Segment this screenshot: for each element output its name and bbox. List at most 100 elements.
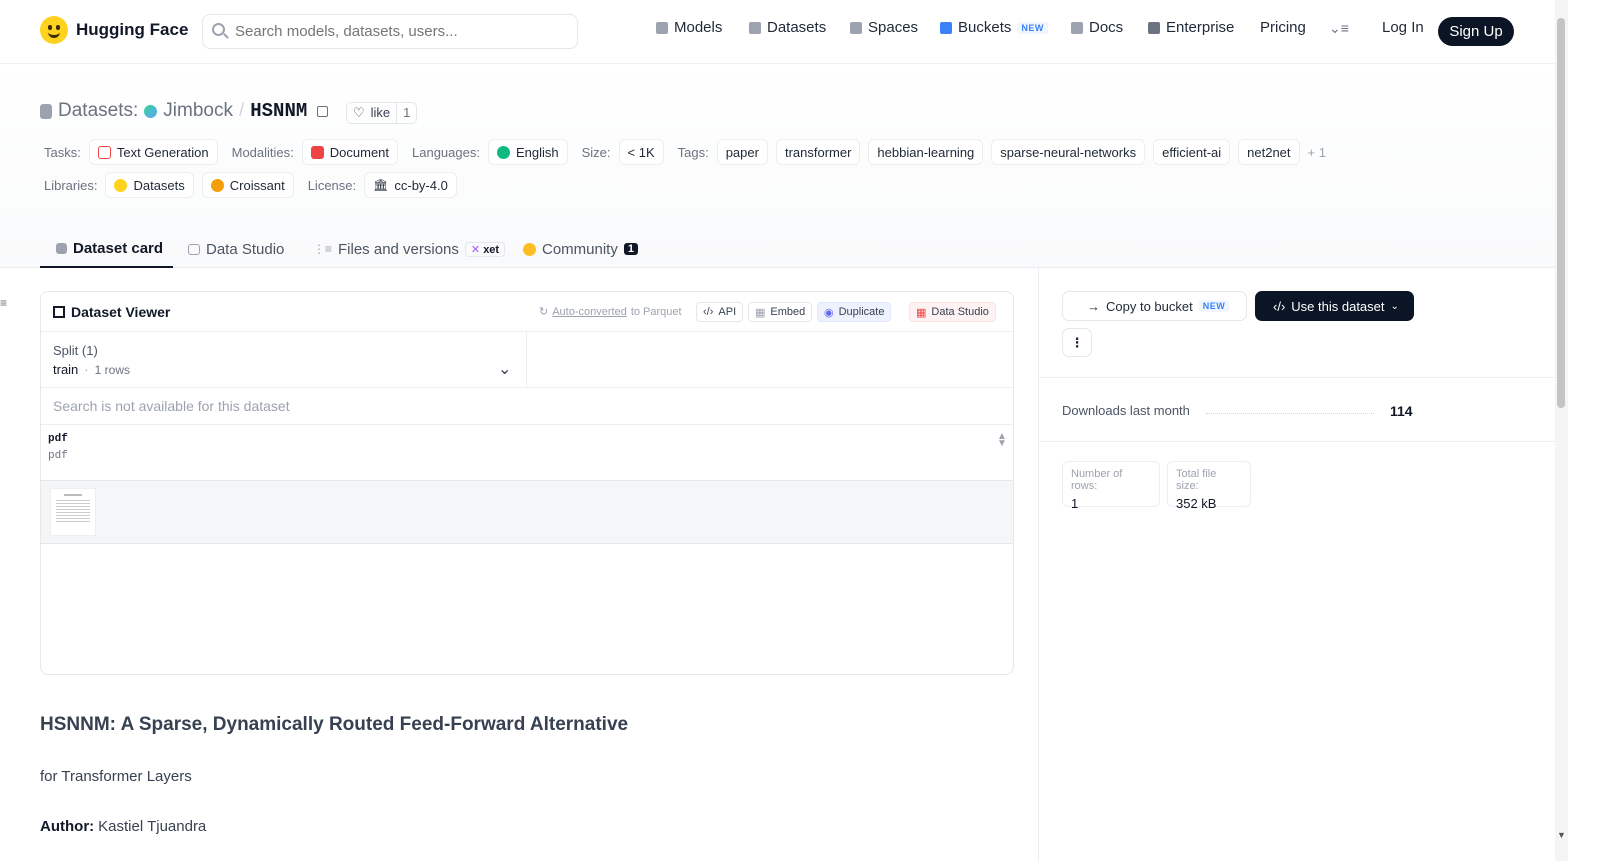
- arrow-right-icon: →: [1087, 298, 1100, 314]
- hugging-face-icon: [114, 178, 128, 192]
- viewer-title: Dataset Viewer: [53, 304, 170, 320]
- heart-icon: ♡: [353, 105, 365, 120]
- search-disabled-note: Search is not available for this dataset: [53, 398, 290, 414]
- repo-owner[interactable]: Jimbock: [163, 100, 233, 122]
- meta-row-1: Tasks: Text Generation Modalities: Docum…: [44, 139, 1326, 165]
- nav-datasets[interactable]: Datasets: [749, 19, 826, 36]
- nav-buckets[interactable]: Buckets NEW: [940, 19, 1048, 36]
- enterprise-icon: [1148, 21, 1160, 34]
- library-chip[interactable]: Datasets: [105, 172, 194, 198]
- croissant-icon: [210, 178, 224, 192]
- scroll-down-icon[interactable]: ▼: [1557, 830, 1566, 840]
- modality-chip[interactable]: Document: [301, 139, 399, 165]
- card-subheading: for Transformer Layers: [40, 768, 192, 785]
- signup-button[interactable]: Sign Up: [1438, 17, 1514, 46]
- repo-separator: /: [238, 100, 245, 121]
- chevron-down-icon: ⌄: [1390, 300, 1399, 312]
- language-chip[interactable]: English: [487, 139, 568, 165]
- tag-chip[interactable]: sparse-neural-networks: [991, 139, 1146, 165]
- book-icon: [1071, 21, 1083, 34]
- split-label: Split (1): [53, 343, 98, 358]
- sort-icon[interactable]: ▲ ▼: [997, 432, 1007, 449]
- scrollbar-thumb[interactable]: [1557, 18, 1565, 408]
- pdf-thumbnail[interactable]: [50, 488, 96, 536]
- tag-chip[interactable]: paper: [716, 139, 768, 165]
- brand-logo[interactable]: Hugging Face: [40, 16, 188, 44]
- nav-enterprise[interactable]: Enterprise: [1148, 19, 1234, 36]
- tab-files[interactable]: ⋮≡ Files and versions ✕ xet: [313, 230, 506, 268]
- refresh-icon: ↻: [539, 306, 549, 318]
- xet-icon: ✕: [470, 243, 481, 256]
- nav-docs[interactable]: Docs: [1071, 19, 1123, 36]
- rows-stat: Number of rows: 1: [1062, 461, 1160, 511]
- split-value: train: [53, 362, 79, 377]
- api-button[interactable]: ‹/› API: [696, 302, 744, 322]
- data-studio-button[interactable]: ▦ Data Studio: [909, 302, 996, 322]
- more-menu-icon[interactable]: ⌄≡: [1329, 20, 1349, 37]
- downloads-label: Downloads last month: [1062, 403, 1190, 418]
- tab-label: Files and versions: [338, 240, 459, 258]
- license-chip[interactable]: 🏛 cc-by-4.0: [364, 172, 457, 198]
- studio-icon: ▦: [916, 306, 927, 319]
- tab-label: Community: [542, 240, 618, 258]
- tags-more[interactable]: + 1: [1308, 145, 1326, 160]
- bank-icon: 🏛: [373, 178, 389, 192]
- nav-models-label: Models: [674, 19, 723, 36]
- duplicate-button[interactable]: ◉ Duplicate: [817, 302, 892, 322]
- grid-icon: [850, 21, 862, 34]
- repo-section[interactable]: Datasets:: [58, 100, 138, 122]
- split-select[interactable]: train · 1 rows: [53, 362, 130, 377]
- tag-chip[interactable]: net2net: [1238, 139, 1300, 165]
- embed-button[interactable]: ▦ Embed: [748, 302, 813, 322]
- like-count: 1: [396, 103, 416, 123]
- task-label: Text Generation: [116, 144, 209, 160]
- license-value: cc-by-4.0: [394, 177, 448, 193]
- more-options-button[interactable]: ⋮: [1062, 328, 1092, 357]
- search-input[interactable]: [202, 14, 578, 49]
- files-icon: ⋮≡: [313, 242, 333, 256]
- tab-dataset-card[interactable]: Dataset card: [40, 230, 173, 268]
- login-link[interactable]: Log In: [1382, 19, 1424, 36]
- like-button[interactable]: ♡ like 1: [346, 102, 418, 124]
- tag-chip[interactable]: transformer: [775, 139, 861, 165]
- copy-to-bucket-button[interactable]: → Copy to bucket NEW: [1062, 291, 1247, 321]
- duplicate-icon: ◉: [824, 306, 834, 319]
- code-icon: ‹/›: [1273, 298, 1286, 314]
- new-badge: NEW: [1198, 300, 1230, 312]
- tab-community[interactable]: Community 1: [523, 230, 638, 268]
- task-chip[interactable]: Text Generation: [88, 139, 218, 165]
- embed-icon: ▦: [755, 306, 766, 319]
- parquet-note: ↻ Auto-converted to Parquet: [539, 305, 682, 319]
- tasks-label: Tasks:: [44, 144, 81, 160]
- nav-pricing[interactable]: Pricing: [1260, 19, 1306, 36]
- language-label: English: [515, 144, 559, 160]
- repo-name[interactable]: HSNNM: [250, 100, 307, 122]
- filesize-value: 352 kB: [1176, 496, 1217, 511]
- use-dataset-button[interactable]: ‹/› Use this dataset ⌄: [1255, 291, 1414, 321]
- tab-data-studio[interactable]: Data Studio: [188, 230, 284, 268]
- copy-icon[interactable]: [317, 105, 329, 117]
- meta-row-2: Libraries: Datasets Croissant License: 🏛…: [44, 172, 457, 198]
- table-row: [41, 480, 1013, 544]
- auto-converted-link[interactable]: Auto-converted: [552, 306, 627, 318]
- like-label: like: [370, 105, 391, 120]
- nav-models[interactable]: Models: [656, 19, 722, 36]
- nav-pricing-label: Pricing: [1260, 19, 1306, 36]
- use-dataset-label: Use this dataset: [1291, 298, 1385, 314]
- table-icon: [188, 243, 200, 255]
- community-count: 1: [623, 243, 638, 255]
- library-chip[interactable]: Croissant: [201, 172, 294, 198]
- nav-spaces[interactable]: Spaces: [850, 19, 918, 36]
- column-header[interactable]: pdf: [48, 433, 68, 445]
- side-menu-icon[interactable]: ≡: [0, 296, 7, 310]
- tag-chip[interactable]: efficient-ai: [1153, 139, 1231, 165]
- xet-badge: ✕ xet: [464, 241, 506, 257]
- size-chip[interactable]: < 1K: [618, 139, 664, 165]
- license-label: License:: [307, 177, 357, 193]
- divider: [1039, 377, 1555, 378]
- languages-label: Languages:: [412, 144, 480, 160]
- tag-chip[interactable]: hebbian-learning: [868, 139, 984, 165]
- chevron-down-icon[interactable]: ⌄: [498, 359, 511, 379]
- divider: [526, 332, 527, 387]
- sidebar-divider: [1038, 268, 1039, 861]
